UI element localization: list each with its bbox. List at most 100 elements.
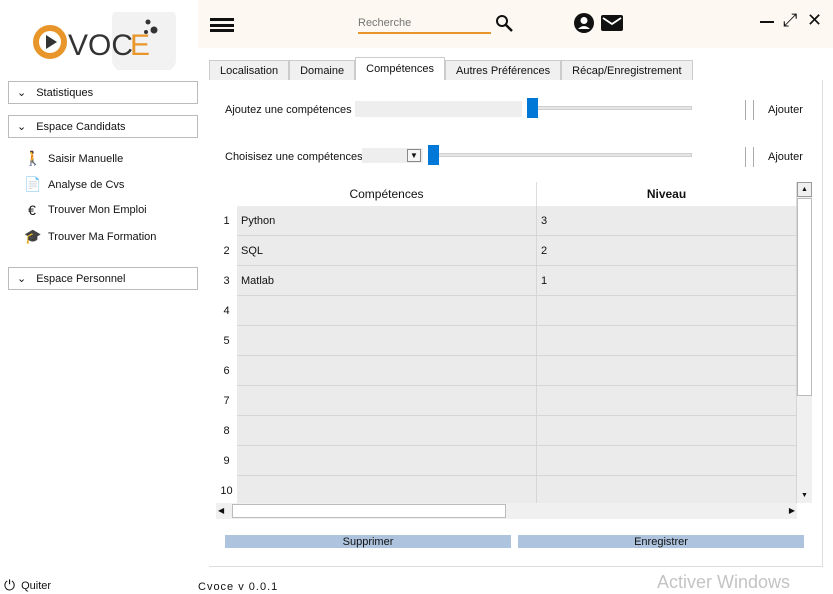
table-row[interactable]: 6 <box>216 356 797 386</box>
competence-select[interactable]: ▼ <box>362 148 423 163</box>
tab-domaine[interactable]: Domaine <box>289 60 356 80</box>
table-row[interactable]: 4 <box>216 296 797 326</box>
menu-icon[interactable] <box>210 18 234 32</box>
section-label: Espace Personnel <box>36 272 126 285</box>
scroll-right-icon[interactable]: ▶ <box>789 506 795 515</box>
chevron-down-icon: ⌄ <box>17 121 27 133</box>
delete-button[interactable]: Supprimer <box>225 535 511 548</box>
level-slider-thumb-2[interactable] <box>428 145 439 165</box>
cell-competence[interactable]: Matlab <box>237 266 537 296</box>
choose-competence-label: Choisisez une compétences <box>225 151 363 163</box>
sidebar-section-espace-candidats[interactable]: ⌄ Espace Candidats <box>8 115 198 138</box>
row-number: 6 <box>223 365 230 377</box>
cell-niveau[interactable] <box>537 446 797 476</box>
cell-niveau[interactable]: 3 <box>537 206 797 236</box>
close-icon[interactable]: ✕ <box>807 10 822 31</box>
cell-niveau[interactable] <box>537 356 797 386</box>
add-checkbox[interactable] <box>745 100 754 120</box>
search-input[interactable] <box>358 14 491 34</box>
table-row[interactable]: 2 SQL 2 <box>216 236 797 266</box>
choose-checkbox[interactable] <box>745 147 754 167</box>
chevron-down-icon: ▼ <box>407 149 421 162</box>
level-slider-track-2[interactable] <box>430 153 692 157</box>
scroll-down-icon[interactable]: ▼ <box>797 488 812 503</box>
cell-competence[interactable] <box>237 416 537 446</box>
tab-localisation[interactable]: Localisation <box>209 60 290 80</box>
vertical-scrollbar[interactable]: ▲ ▼ <box>797 182 812 503</box>
cell-niveau[interactable]: 2 <box>537 236 797 266</box>
tab-recap[interactable]: Récap/Enregistrement <box>561 60 693 80</box>
tab-bar: Localisation Domaine Compétences Autres … <box>209 57 693 80</box>
row-number: 5 <box>223 335 230 347</box>
mail-icon[interactable] <box>601 15 623 31</box>
expand-icon[interactable]: ⤢ <box>783 10 797 31</box>
cell-niveau[interactable] <box>537 416 797 446</box>
section-label: Espace Candidats <box>36 120 126 133</box>
euro-icon: € <box>28 202 36 218</box>
search-icon[interactable] <box>495 14 513 32</box>
scroll-thumb[interactable] <box>797 198 812 396</box>
cell-niveau[interactable] <box>537 386 797 416</box>
walking-person-icon: 🚶 <box>24 150 42 166</box>
hscroll-thumb[interactable] <box>232 504 506 518</box>
row-number: 1 <box>223 215 230 227</box>
scroll-left-icon[interactable]: ◀ <box>218 506 224 515</box>
windows-watermark: Activer Windows <box>657 572 791 592</box>
header-niveau[interactable]: Niveau <box>537 182 797 206</box>
table-row[interactable]: 3 Matlab 1 <box>216 266 797 296</box>
sidebar-item-trouver-emploi[interactable]: € Trouver Mon Emploi <box>24 202 147 218</box>
item-label: Trouver Mon Emploi <box>48 204 147 216</box>
competences-table: Compétences Niveau 1 Python 3 2 SQL 2 3 Matlab 1… <box>216 182 812 519</box>
header-competences[interactable]: Compétences <box>237 182 537 206</box>
horizontal-scrollbar[interactable]: ◀ ▶ <box>216 503 797 519</box>
add-competence-label: Ajoutez une compétences <box>225 104 352 116</box>
save-button[interactable]: Enregistrer <box>518 535 804 548</box>
cell-niveau[interactable] <box>537 476 797 506</box>
level-slider-thumb[interactable] <box>527 98 538 118</box>
table-row[interactable]: 9 <box>216 446 797 476</box>
add-button[interactable]: Ajouter <box>768 104 803 116</box>
tab-competences[interactable]: Compétences <box>355 57 445 80</box>
table-row[interactable]: 7 <box>216 386 797 416</box>
cell-niveau[interactable] <box>537 326 797 356</box>
power-icon: ⏻ <box>4 577 16 593</box>
sidebar-item-trouver-formation[interactable]: 🎓 Trouver Ma Formation <box>24 228 156 245</box>
section-label: Statistiques <box>36 86 94 99</box>
cell-competence[interactable] <box>237 356 537 386</box>
item-label: Analyse de Cvs <box>48 178 125 191</box>
document-icon: 📄 <box>24 176 42 192</box>
sidebar-item-saisir-manuelle[interactable]: 🚶 Saisir Manuelle <box>24 150 123 167</box>
graduation-cap-icon: 🎓 <box>24 228 42 244</box>
tab-autres-preferences[interactable]: Autres Préférences <box>445 60 562 80</box>
top-bar: ⤢ ✕ <box>198 0 833 48</box>
level-slider-track[interactable] <box>530 106 692 110</box>
cell-niveau[interactable]: 1 <box>537 266 797 296</box>
cell-niveau[interactable] <box>537 296 797 326</box>
sidebar-section-statistiques[interactable]: ⌄ Statistiques <box>8 81 198 104</box>
table-row[interactable]: 10 <box>216 476 797 506</box>
item-label: Trouver Ma Formation <box>48 230 157 243</box>
version-label: Cvoce v 0.0.1 <box>198 581 279 593</box>
cell-competence[interactable] <box>237 386 537 416</box>
cell-competence[interactable] <box>237 446 537 476</box>
add-competence-input[interactable] <box>355 101 522 117</box>
cell-competence[interactable]: Python <box>237 206 537 236</box>
cell-competence[interactable] <box>237 326 537 356</box>
sidebar-section-espace-personnel[interactable]: ⌄ Espace Personnel <box>8 267 198 290</box>
sidebar-item-analyse-cvs[interactable]: 📄 Analyse de Cvs <box>24 176 124 193</box>
table-row[interactable]: 8 <box>216 416 797 446</box>
quit-button[interactable]: ⏻ Quiter <box>4 577 51 594</box>
cvoce-logo: VOC E <box>33 12 176 70</box>
choose-add-button[interactable]: Ajouter <box>768 151 803 163</box>
cell-competence[interactable]: SQL <box>237 236 537 266</box>
row-number: 8 <box>223 425 230 437</box>
scroll-up-icon[interactable]: ▲ <box>797 182 812 197</box>
minimize-icon[interactable] <box>760 21 774 23</box>
cell-competence[interactable] <box>237 296 537 326</box>
account-icon[interactable] <box>574 13 594 33</box>
cell-competence[interactable] <box>237 476 537 506</box>
row-number: 7 <box>223 395 230 407</box>
svg-text:VOC: VOC <box>68 29 133 62</box>
table-row[interactable]: 5 <box>216 326 797 356</box>
table-row[interactable]: 1 Python 3 <box>216 206 797 236</box>
